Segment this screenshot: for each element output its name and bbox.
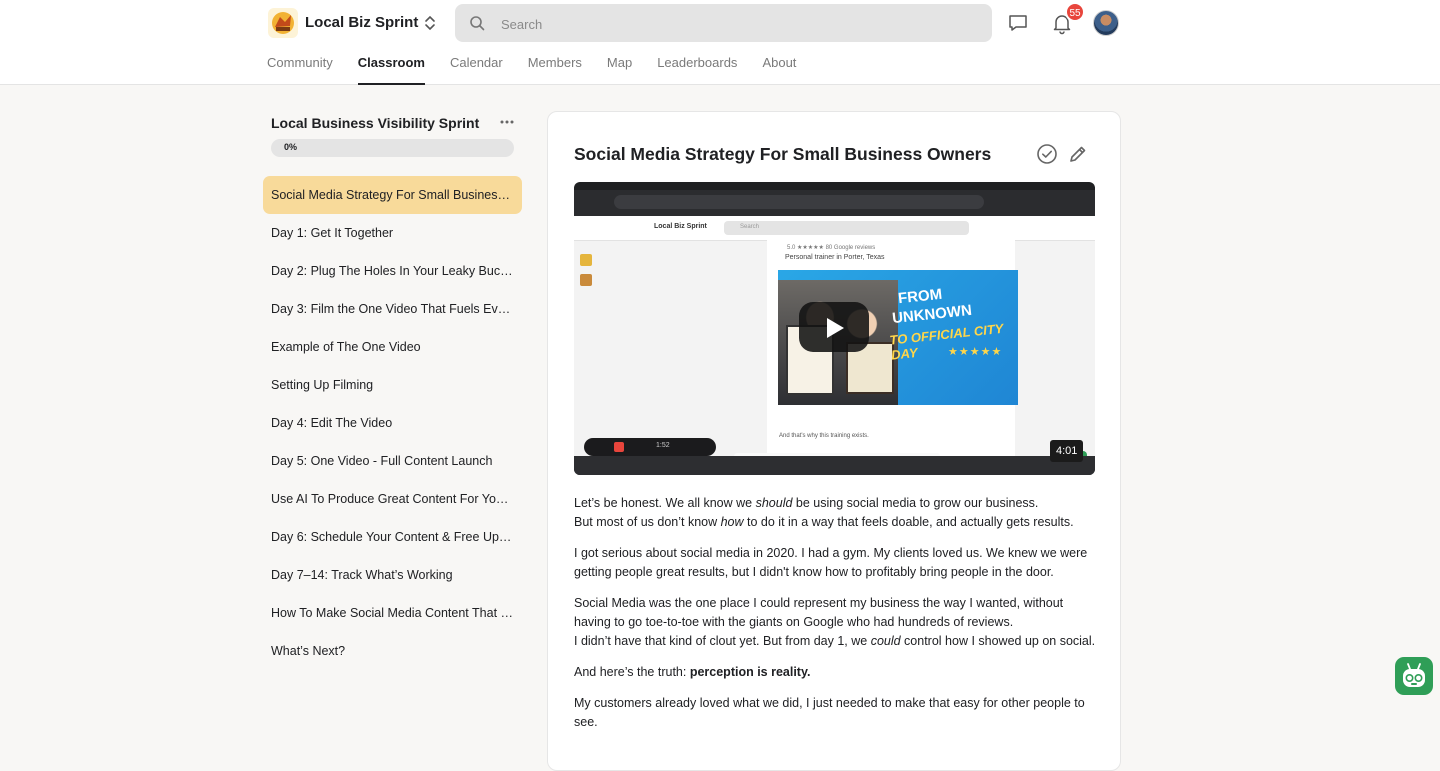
thumb-browser-bar xyxy=(574,190,1095,216)
logo-icon xyxy=(272,12,294,34)
text: Social Media was the one place I could r… xyxy=(574,596,1064,629)
text: control how I showed up on social. xyxy=(900,634,1096,648)
tab-map[interactable]: Map xyxy=(607,54,632,85)
play-icon xyxy=(827,318,844,338)
robot-helper-icon xyxy=(1403,663,1425,687)
lesson-item[interactable]: Day 5: One Video - Full Content Launch xyxy=(263,442,522,480)
thumb-subtitle: Personal trainer in Porter, Texas xyxy=(785,254,885,261)
tab-community[interactable]: Community xyxy=(267,54,333,85)
lesson-item[interactable]: Day 3: Film the One Video That Fuels Eve… xyxy=(263,290,522,328)
lesson-item[interactable]: Setting Up Filming xyxy=(263,366,522,404)
lesson-item[interactable]: Example of The One Video xyxy=(263,328,522,366)
course-progress-bar: 0% xyxy=(271,139,514,157)
thumb-search: Search xyxy=(724,221,969,235)
video-duration: 4:01 xyxy=(1050,440,1084,462)
lesson-item-active[interactable]: Social Media Strategy For Small Business… xyxy=(263,176,522,214)
paragraph: And here’s the truth: perception is real… xyxy=(574,663,1099,682)
lesson-list: Social Media Strategy For Small Business… xyxy=(263,176,522,670)
text: Let’s be honest. We all know we xyxy=(574,496,756,510)
thumb-dock xyxy=(574,456,1095,475)
lesson-item[interactable]: Day 4: Edit The Video xyxy=(263,404,522,442)
thumb-recorder-controls: 1:52 xyxy=(584,438,716,456)
group-name[interactable]: Local Biz Sprint xyxy=(305,14,418,31)
helper-bot-button[interactable] xyxy=(1395,657,1433,695)
video-player[interactable]: Local Biz Sprint Search 5.0 ★★★★★ 80 Goo… xyxy=(574,182,1095,475)
lesson-item[interactable]: How To Make Social Media Content That Co… xyxy=(263,594,522,632)
emphasis: should xyxy=(755,496,793,510)
thumb-side-icon xyxy=(580,254,592,266)
thumb-url-bar xyxy=(614,195,984,209)
search-bar[interactable] xyxy=(455,4,992,44)
paragraph: Let’s be honest. We all know we should b… xyxy=(574,494,1099,532)
thumb-footer-text: And that's why this training exists. xyxy=(779,433,869,439)
check-circle-icon[interactable] xyxy=(1036,143,1058,165)
lesson-card: Social Media Strategy For Small Business… xyxy=(547,111,1121,771)
lesson-item[interactable]: What’s Next? xyxy=(263,632,522,670)
lesson-item[interactable]: Day 7–14: Track What’s Working xyxy=(263,556,522,594)
text: I didn’t have that kind of clout yet. Bu… xyxy=(574,634,871,648)
course-title: Local Business Visibility Sprint xyxy=(271,115,480,131)
text: But most of us don’t know xyxy=(574,515,721,529)
tab-about[interactable]: About xyxy=(762,54,796,85)
user-avatar[interactable] xyxy=(1093,10,1119,36)
lesson-item[interactable]: Use AI To Produce Great Content For Your… xyxy=(263,480,522,518)
notification-badge: 55 xyxy=(1065,2,1085,22)
text: And here’s the truth: xyxy=(574,665,690,679)
emphasis: could xyxy=(870,634,901,648)
edit-pencil-icon[interactable] xyxy=(1068,144,1088,164)
top-header: Local Biz Sprint 55 Community Classroom … xyxy=(0,0,1440,85)
lesson-item[interactable]: Day 2: Plug The Holes In Your Leaky Buck… xyxy=(263,252,522,290)
thumb-stars: ★★★★★ xyxy=(948,346,1003,358)
emphasis: how xyxy=(720,515,744,529)
lesson-title: Social Media Strategy For Small Business… xyxy=(574,144,992,164)
more-icon[interactable] xyxy=(499,115,515,129)
paragraph: Social Media was the one place I could r… xyxy=(574,594,1099,651)
main-nav: Community Classroom Calendar Members Map… xyxy=(267,54,821,85)
search-icon xyxy=(470,16,485,31)
thumb-reviews: 5.0 ★★★★★ 80 Google reviews xyxy=(787,245,876,251)
text: be using social media to grow our busine… xyxy=(792,496,1039,510)
lesson-item[interactable]: Day 6: Schedule Your Content & Free Up Y… xyxy=(263,518,522,556)
thumb-side-icon xyxy=(580,274,592,286)
thumb-record-icon xyxy=(614,442,624,452)
tab-members[interactable]: Members xyxy=(528,54,582,85)
paragraph: My customers already loved what we did, … xyxy=(574,696,1085,729)
bold-text: perception is reality. xyxy=(689,665,811,679)
chevron-updown-icon[interactable] xyxy=(422,13,438,33)
lesson-item[interactable]: Day 1: Get It Together xyxy=(263,214,522,252)
thumb-headline: FROM xyxy=(897,285,943,308)
play-button[interactable] xyxy=(799,302,869,352)
tab-leaderboards[interactable]: Leaderboards xyxy=(657,54,737,85)
thumb-brand: Local Biz Sprint xyxy=(654,223,707,230)
progress-label: 0% xyxy=(284,142,298,152)
group-logo[interactable] xyxy=(268,8,298,38)
tab-calendar[interactable]: Calendar xyxy=(450,54,503,85)
text: to do it in a way that feels doable, and… xyxy=(743,515,1074,529)
thumb-record-time: 1:52 xyxy=(656,442,670,449)
search-input[interactable] xyxy=(499,4,983,44)
thumb-page-header: Local Biz Sprint Search xyxy=(574,216,1095,241)
paragraph: I got serious about social media in 2020… xyxy=(574,546,1088,579)
lesson-content: Let’s be honest. We all know we should b… xyxy=(574,494,1099,744)
thumb-search-text: Search xyxy=(740,224,760,230)
chat-icon[interactable] xyxy=(1006,11,1030,35)
tab-classroom[interactable]: Classroom xyxy=(357,54,425,85)
